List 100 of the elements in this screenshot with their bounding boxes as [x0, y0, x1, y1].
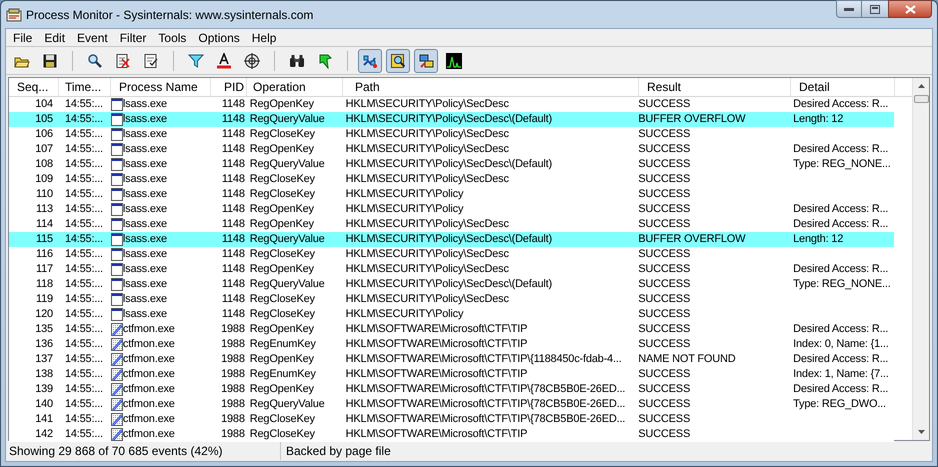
pen-window-icon	[110, 353, 123, 366]
table-cell-text: 1148	[220, 202, 246, 217]
table-cell-text: RegCloseKey	[248, 172, 316, 187]
menu-item[interactable]: Edit	[38, 28, 72, 46]
table-cell-text: SUCCESS	[638, 247, 692, 262]
table-cell-text: HKLM\SECURITY\Policy\SecDesc	[344, 262, 510, 277]
window-icon	[110, 278, 123, 291]
table-cell-text: HKLM\SECURITY\Policy\SecDesc\(Default)	[344, 112, 553, 127]
maximize-button[interactable]	[862, 0, 888, 18]
table-cell-text: 14:55:...	[64, 247, 104, 262]
scrollbar-thumb[interactable]	[914, 95, 928, 103]
toolbar-button[interactable]	[414, 48, 438, 72]
column-header[interactable]: Result	[639, 78, 791, 96]
toolbar-button[interactable]	[358, 48, 382, 72]
table-cell-text: HKLM\SECURITY\Policy\SecDesc\(Default)	[344, 232, 553, 247]
minimize-icon	[844, 8, 854, 10]
funnel-icon	[188, 52, 204, 68]
table-cell-text: RegCloseKey	[248, 307, 316, 322]
menu-item[interactable]: File	[7, 28, 38, 46]
table-cell-text: 14:55:...	[64, 322, 104, 337]
close-button[interactable]	[888, 0, 932, 18]
table-cell-text: 113	[35, 202, 54, 217]
vertical-scrollbar[interactable]	[912, 78, 929, 440]
table-cell-text: 1988	[220, 412, 246, 427]
table-cell-text: 1148	[220, 247, 246, 262]
table-cell-text: SUCCESS	[638, 367, 692, 382]
process-name: lsass.exe	[122, 277, 167, 292]
table-cell-text: 1148	[220, 127, 246, 142]
crosshair-icon	[244, 52, 260, 68]
column-header[interactable]: Detail	[791, 78, 895, 96]
column-header[interactable]: Process Name	[111, 78, 211, 96]
column-header[interactable]: Time...	[59, 78, 111, 96]
pen-window-icon	[110, 338, 123, 351]
table-cell-text: 107	[34, 142, 54, 157]
process-name: ctfmon.exe	[122, 427, 175, 442]
table-cell-text: SUCCESS	[638, 337, 692, 352]
table-cell-text: RegOpenKey	[248, 322, 315, 337]
table-cell-text: 137	[34, 352, 54, 367]
table-cell-text: Desired Access: R...	[792, 142, 890, 157]
table-cell-text: SUCCESS	[638, 397, 692, 412]
table-cell-text: HKLM\SOFTWARE\Microsoft\CTF\TIP\{78CB5B0E-26ED...	[344, 412, 626, 427]
table-cell-text: 1148	[220, 157, 246, 172]
table-cell-text: HKLM\SECURITY\Policy\SecDesc	[344, 142, 510, 157]
table-cell-text: SUCCESS	[638, 172, 692, 187]
table-cell-text: HKLM\SECURITY\Policy	[344, 202, 464, 217]
table-cell-text: 14:55:...	[64, 157, 104, 172]
menu-item[interactable]: Filter	[114, 28, 152, 46]
column-header[interactable]: PID	[211, 78, 247, 96]
table-cell-text: SUCCESS	[638, 322, 692, 337]
menu-item[interactable]: Help	[246, 28, 282, 46]
table-cell-text: RegCloseKey	[248, 412, 316, 427]
column-header[interactable]: Operation	[247, 78, 343, 96]
toolbar-button[interactable]	[386, 48, 410, 72]
pen-window-icon	[110, 428, 123, 441]
menu-item[interactable]: Event	[71, 28, 114, 46]
event-row[interactable]: 142 14:55:... ctfmon.exe 1988 RegCloseKey HKLM\SOFTWARE\Microsoft\CTF\TIP SUCCESS	[9, 427, 894, 442]
table-cell-text: 117	[35, 262, 54, 277]
table-cell-text: 136	[34, 337, 54, 352]
process-name: ctfmon.exe	[122, 337, 175, 352]
menu-item[interactable]: Options	[192, 28, 246, 46]
table-cell-text: SUCCESS	[638, 412, 692, 427]
table-cell-text: 14:55:...	[64, 412, 104, 427]
window-icon	[110, 233, 123, 246]
table-cell-text: RegEnumKey	[248, 337, 317, 352]
table-cell-text: HKLM\SECURITY\Policy	[344, 187, 464, 202]
table-cell-text: 1148	[220, 187, 246, 202]
event-row[interactable]: 105 14:55:... lsass.exe 1148 RegQueryValue HKLM\SECURITY\Policy\SecDesc\(Default) BUFFER OVERFLOW Length: 12	[9, 112, 894, 127]
minimize-button[interactable]	[836, 0, 862, 18]
window-icon	[110, 203, 123, 216]
process-name: ctfmon.exe	[122, 382, 175, 398]
table-cell-text: 141	[34, 412, 54, 427]
menu-item[interactable]: Tools	[152, 28, 192, 46]
document-magnifier-icon	[390, 52, 406, 68]
pen-window-icon	[110, 368, 123, 381]
process-name: lsass.exe	[122, 307, 167, 322]
table-cell-text: 114	[35, 217, 54, 232]
window-icon	[110, 188, 123, 201]
table-cell-text: 1148	[220, 142, 246, 157]
table-cell-text: SUCCESS	[638, 187, 692, 202]
table-cell-text: RegEnumKey	[248, 367, 317, 382]
table-cell-text: 14:55:...	[64, 262, 104, 277]
table-cell-text: 108	[34, 157, 54, 172]
arrow-icon	[317, 52, 333, 68]
table-cell-text: 14:55:...	[64, 292, 104, 307]
column-header[interactable]: Path	[343, 78, 639, 96]
table-cell-text: 120	[34, 307, 54, 322]
process-name: ctfmon.exe	[122, 367, 175, 382]
pen-window-icon	[110, 323, 123, 336]
table-cell-text: Index: 0, Name: {1...	[792, 337, 890, 352]
table-cell-text: SUCCESS	[638, 382, 692, 397]
table-cell-text: 1148	[220, 232, 246, 247]
event-row[interactable]: 115 14:55:... lsass.exe 1148 RegQueryValue HKLM\SECURITY\Policy\SecDesc\(Default) BUFFER OVERFLOW Length: 12	[9, 232, 894, 247]
table-cell-text: 1988	[220, 352, 246, 367]
column-header[interactable]: Seq...	[9, 78, 59, 96]
table-cell-text: RegOpenKey	[248, 352, 315, 367]
table-cell-text: 1148	[220, 112, 246, 127]
window-icon	[110, 143, 123, 156]
window-icon	[110, 128, 123, 141]
table-cell-text: RegCloseKey	[248, 427, 316, 442]
table-cell-text: SUCCESS	[638, 292, 692, 307]
